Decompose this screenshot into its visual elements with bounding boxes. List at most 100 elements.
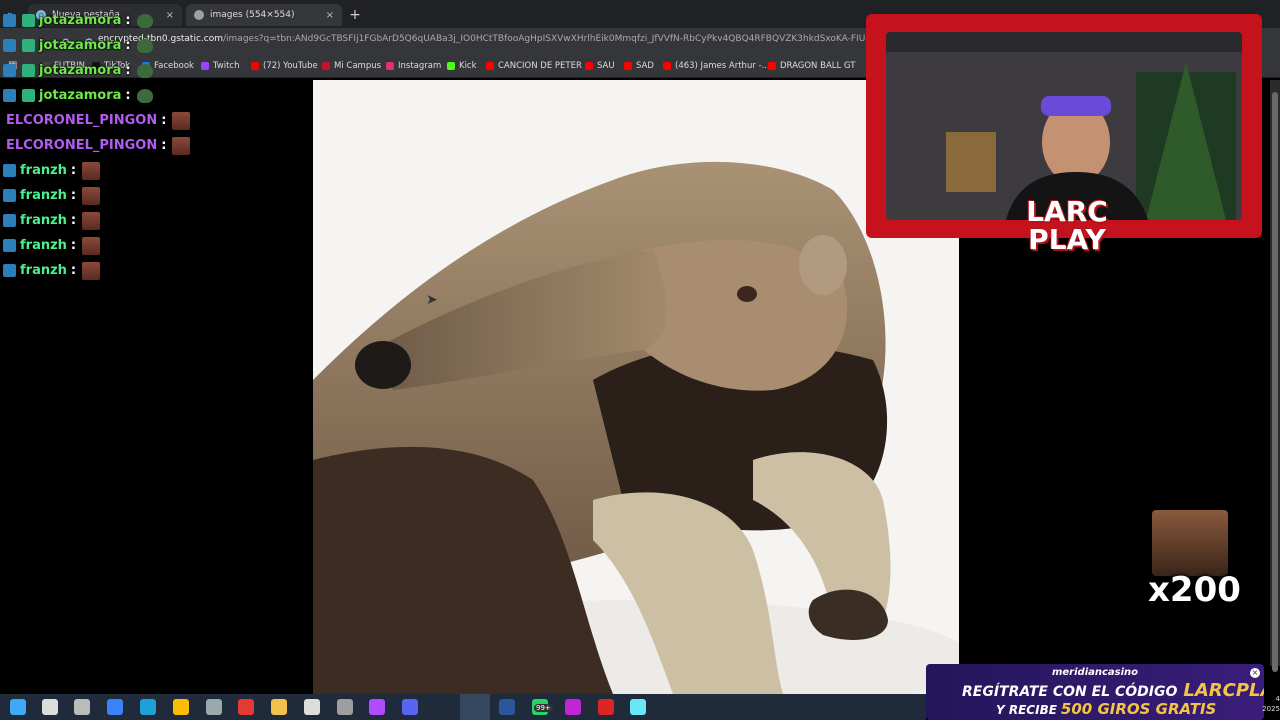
new-tab-button[interactable]: + bbox=[346, 6, 364, 24]
scrollbar[interactable] bbox=[1270, 80, 1280, 672]
chat-separator: : bbox=[70, 188, 77, 203]
notification-badge: 99+ bbox=[534, 704, 553, 712]
anteater-image: ➤ bbox=[313, 80, 959, 694]
chat-message: ELCORONEL_PINGON: bbox=[0, 108, 312, 133]
edge-icon[interactable] bbox=[140, 699, 156, 715]
bookmark-label: SAD bbox=[636, 61, 654, 71]
clock-line-1: 4 bbox=[1275, 695, 1280, 703]
chat-separator: : bbox=[125, 63, 131, 78]
chat-separator: : bbox=[70, 263, 77, 278]
app-pink-icon[interactable] bbox=[565, 699, 581, 715]
app-red2-icon[interactable] bbox=[598, 699, 614, 715]
chat-message: ELCORONEL_PINGON: bbox=[0, 133, 312, 158]
bookmark-item[interactable]: Instagram bbox=[386, 61, 441, 71]
scrollbar-thumb[interactable] bbox=[1272, 92, 1278, 672]
chat-separator: : bbox=[161, 138, 167, 153]
steam-icon[interactable] bbox=[206, 699, 222, 715]
face-emote-icon bbox=[82, 161, 101, 180]
chat-username[interactable]: jotazamora bbox=[39, 13, 121, 28]
chat-badge-icon bbox=[22, 89, 35, 102]
bookmark-item[interactable]: Kick bbox=[447, 61, 477, 71]
obs-purple-icon[interactable] bbox=[369, 699, 385, 715]
chat-badge-icon bbox=[22, 64, 35, 77]
face-emote-icon bbox=[82, 236, 101, 255]
discord-icon[interactable] bbox=[402, 699, 418, 715]
word-icon[interactable] bbox=[499, 699, 515, 715]
chat-username[interactable]: franzh bbox=[20, 238, 67, 253]
chat-badge-icon bbox=[3, 264, 16, 277]
chat-message: jotazamora: bbox=[0, 58, 312, 83]
chat-username[interactable]: jotazamora bbox=[39, 63, 121, 78]
chat-message: franzh: bbox=[0, 158, 312, 183]
bookmark-item[interactable]: CANCION DE PETER bbox=[486, 61, 582, 71]
streamer-video bbox=[886, 32, 1242, 220]
ad-code: LARCPLAY bbox=[1183, 680, 1264, 701]
chat-badge-icon bbox=[3, 214, 16, 227]
chat-badge-icon bbox=[3, 164, 16, 177]
chrome-icon[interactable] bbox=[173, 699, 189, 715]
bookmark-item[interactable]: SAD bbox=[624, 61, 654, 71]
bookmark-favicon-icon bbox=[447, 62, 455, 70]
laughing-face-image bbox=[1152, 510, 1228, 576]
bookmark-label: Kick bbox=[459, 61, 477, 71]
frog-emote-icon bbox=[136, 88, 153, 103]
ad-line-2: Y RECIBE 500 GIROS GRATIS bbox=[996, 700, 1216, 718]
chat-username[interactable]: franzh bbox=[20, 263, 67, 278]
chat-username[interactable]: jotazamora bbox=[39, 38, 121, 53]
bookmark-label: Mi Campus bbox=[334, 61, 382, 71]
ad-line-1: REGÍTRATE CON EL CÓDIGO LARCPLAY bbox=[962, 680, 1264, 701]
url-path: /images?q=tbn:ANd9GcTBSFIj1FGbArD5Q6qUAB… bbox=[223, 34, 868, 44]
chat-separator: : bbox=[70, 238, 77, 253]
app-grey-icon[interactable] bbox=[337, 699, 353, 715]
arrow-app-icon[interactable] bbox=[304, 699, 320, 715]
chat-badge-icon bbox=[3, 14, 16, 27]
app-red-icon[interactable] bbox=[238, 699, 254, 715]
close-icon[interactable]: × bbox=[1250, 668, 1260, 678]
chat-username[interactable]: franzh bbox=[20, 188, 67, 203]
chat-overlay: jotazamora: jotazamora: jotazamora: jotazam… bbox=[0, 8, 312, 283]
webcam-feed bbox=[886, 32, 1242, 220]
chat-separator: : bbox=[125, 38, 131, 53]
face-emote-icon bbox=[82, 211, 101, 230]
app-teal-icon[interactable] bbox=[630, 699, 646, 715]
anteater-illustration bbox=[313, 80, 959, 694]
bookmark-item[interactable]: SAU bbox=[585, 61, 615, 71]
clock-line-2: 2025 bbox=[1262, 705, 1280, 713]
chat-username[interactable]: franzh bbox=[20, 213, 67, 228]
system-clock[interactable]: 4 2025 bbox=[1262, 694, 1280, 714]
logo-line-1: LARC bbox=[1026, 195, 1108, 228]
face-emote-icon bbox=[82, 186, 101, 205]
chat-badge-icon bbox=[3, 239, 16, 252]
bookmark-favicon-icon bbox=[322, 62, 330, 70]
chat-message: franzh: bbox=[0, 258, 312, 283]
face-emote-icon bbox=[172, 111, 191, 130]
search-icon[interactable] bbox=[42, 699, 58, 715]
face-emote-icon bbox=[82, 261, 101, 280]
reaction-alert: x200 bbox=[1148, 510, 1241, 610]
chat-username[interactable]: ELCORONEL_PINGON bbox=[6, 138, 157, 153]
store-icon[interactable] bbox=[107, 699, 123, 715]
bookmark-item[interactable]: (463) James Arthur -... bbox=[663, 61, 770, 71]
chat-username[interactable]: jotazamora bbox=[39, 88, 121, 103]
task-view-icon[interactable] bbox=[74, 699, 90, 715]
chat-badge-icon bbox=[3, 189, 16, 202]
close-icon[interactable]: × bbox=[326, 10, 334, 21]
chat-message: franzh: bbox=[0, 183, 312, 208]
face-emote-icon bbox=[172, 136, 191, 155]
bookmark-item[interactable]: Mi Campus bbox=[322, 61, 381, 71]
screen: ⌄ Nueva pestaña × images (554×554) × + ⟳… bbox=[0, 0, 1280, 720]
bookmark-favicon-icon bbox=[585, 62, 593, 70]
casino-ad-banner[interactable]: meridiancasino REGÍTRATE CON EL CÓDIGO LA… bbox=[926, 664, 1264, 720]
windows-start-icon[interactable] bbox=[10, 699, 26, 715]
bookmark-item[interactable]: DRAGON BALL GT bbox=[768, 61, 855, 71]
reaction-count: x200 bbox=[1148, 570, 1241, 610]
chat-separator: : bbox=[125, 13, 131, 28]
chat-badge-icon bbox=[3, 64, 16, 77]
chat-username[interactable]: franzh bbox=[20, 163, 67, 178]
file-explorer-icon[interactable] bbox=[271, 699, 287, 715]
chat-separator: : bbox=[70, 163, 77, 178]
chat-username[interactable]: ELCORONEL_PINGON bbox=[6, 113, 157, 128]
bookmark-favicon-icon bbox=[768, 62, 776, 70]
bookmark-favicon-icon bbox=[486, 62, 494, 70]
chat-message: franzh: bbox=[0, 233, 312, 258]
